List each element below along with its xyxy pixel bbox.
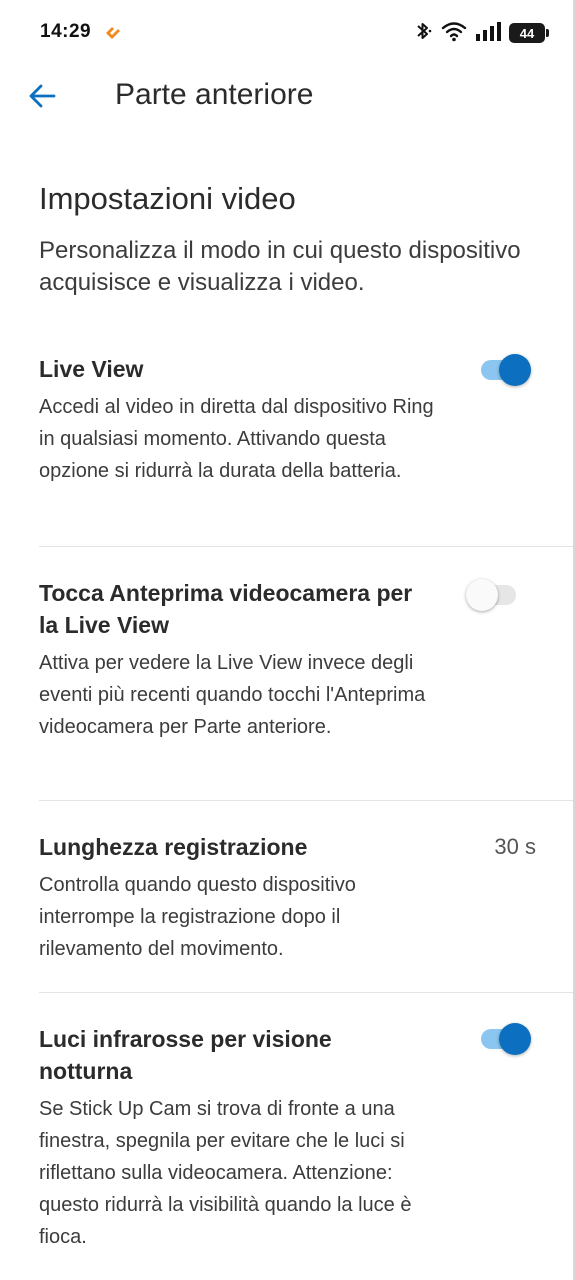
page-title: Parte anteriore xyxy=(115,78,314,111)
arrow-left-icon xyxy=(29,84,56,108)
live-view-toggle[interactable] xyxy=(477,352,531,388)
toggle-thumb xyxy=(499,354,531,386)
status-time: 14:29 xyxy=(40,21,92,42)
setting-title: Live View xyxy=(39,356,144,382)
night-vision-toggle[interactable] xyxy=(477,1021,531,1057)
setting-recording-length[interactable]: Lunghezza registrazione 30 s Controlla q… xyxy=(39,831,536,965)
app-header: Parte anteriore xyxy=(0,64,575,128)
divider xyxy=(39,992,575,993)
wifi-icon xyxy=(441,20,467,47)
divider xyxy=(39,800,575,801)
toggle-thumb xyxy=(499,1023,531,1055)
setting-tap-preview-live-view: Tocca Anteprima videocamera per la Live … xyxy=(39,577,536,743)
section-description: Personalizza il modo in cui questo dispo… xyxy=(39,237,521,296)
toggle-thumb xyxy=(466,579,498,611)
setting-description: Controlla quando questo dispositivo inte… xyxy=(39,874,356,960)
tap-preview-toggle[interactable] xyxy=(466,577,520,613)
ring-logo-icon xyxy=(103,22,123,42)
battery-icon: 44 xyxy=(509,23,549,43)
section-title: Impostazioni video xyxy=(39,181,296,216)
recording-length-value: 30 s xyxy=(494,834,536,859)
setting-description: Accedi al video in diretta dal dispositi… xyxy=(39,396,434,482)
setting-title: Lunghezza registrazione xyxy=(39,834,308,860)
back-button[interactable] xyxy=(22,76,62,116)
setting-live-view: Live View Accedi al video in diretta dal… xyxy=(39,353,536,487)
status-bar: 14:29 44 xyxy=(0,0,575,64)
setting-description: Se Stick Up Cam si trova di fronte a una… xyxy=(39,1098,412,1248)
divider xyxy=(39,546,575,547)
bluetooth-icon xyxy=(413,19,433,48)
signal-icon xyxy=(475,20,501,47)
setting-title: Luci infrarosse per visione notturna xyxy=(39,1026,332,1084)
setting-night-vision-ir: Luci infrarosse per visione notturna Se … xyxy=(39,1023,536,1253)
setting-title: Tocca Anteprima videocamera per la Live … xyxy=(39,580,413,638)
status-icons: 44 xyxy=(413,19,549,48)
setting-description: Attiva per vedere la Live View invece de… xyxy=(39,652,426,738)
